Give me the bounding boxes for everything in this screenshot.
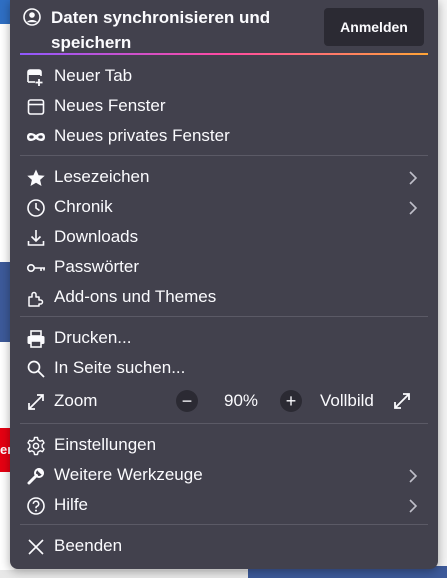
menu-item-new-private-window[interactable]: Neues privates Fenster — [10, 121, 438, 151]
chevron-right-icon — [408, 468, 418, 484]
menu-label: Neues privates Fenster — [54, 126, 230, 145]
zoom-in-button[interactable]: + — [280, 390, 302, 412]
sync-header: Daten synchronisieren und speichern Anme… — [10, 0, 438, 56]
menu-item-zoom: Zoom − 90% + Vollbild — [10, 386, 438, 416]
new-tab-icon — [26, 67, 46, 87]
menu-separator — [20, 155, 428, 156]
menu-label: Lesezeichen — [54, 167, 150, 186]
menu-item-more-tools[interactable]: Weitere Werkzeuge — [10, 460, 438, 490]
zoom-level[interactable]: 90% — [224, 386, 258, 416]
search-icon — [26, 359, 46, 379]
chevron-right-icon — [408, 498, 418, 514]
menu-label: Add-ons und Themes — [54, 287, 217, 306]
menu-label: Drucken... — [54, 328, 132, 347]
menu-label: Neuer Tab — [54, 66, 133, 85]
menu-item-help[interactable]: Hilfe — [10, 490, 438, 520]
app-menu-panel: Daten synchronisieren und speichern Anme… — [10, 0, 438, 569]
download-icon — [26, 228, 46, 248]
menu-item-settings[interactable]: Einstellungen — [10, 430, 438, 460]
menu-label: Beenden — [54, 536, 123, 555]
fullscreen-label: Vollbild — [320, 391, 374, 410]
menu-label: Zoom — [54, 391, 98, 410]
help-icon — [26, 496, 46, 516]
zoom-out-button[interactable]: − — [176, 390, 198, 412]
menu-separator — [20, 316, 428, 317]
gear-icon — [26, 436, 46, 456]
menu-label: Downloads — [54, 227, 139, 246]
menu-item-addons[interactable]: Add-ons und Themes — [10, 282, 438, 312]
sync-accent-divider — [20, 53, 428, 55]
private-mask-icon — [26, 127, 46, 147]
menu-item-new-window[interactable]: Neues Fenster — [10, 91, 438, 121]
printer-icon — [26, 329, 46, 349]
menu-label: In Seite suchen... — [54, 358, 186, 377]
menu-item-history[interactable]: Chronik — [10, 192, 438, 222]
puzzle-piece-icon — [26, 288, 46, 308]
signin-button[interactable]: Anmelden — [324, 8, 424, 46]
resize-arrow-icon — [26, 392, 46, 412]
menu-label: Chronik — [54, 197, 113, 216]
account-icon — [23, 8, 41, 26]
clock-icon — [26, 198, 46, 218]
chevron-right-icon — [408, 170, 418, 186]
menu-item-bookmarks[interactable]: Lesezeichen — [10, 162, 438, 192]
menu-label: Weitere Werkzeuge — [54, 465, 203, 484]
menu-item-print[interactable]: Drucken... — [10, 323, 438, 353]
menu-label: Hilfe — [54, 495, 89, 514]
menu-item-quit[interactable]: Beenden — [10, 531, 438, 561]
menu-separator — [20, 423, 428, 424]
menu-label: Einstellungen — [54, 435, 157, 454]
star-icon — [26, 168, 46, 188]
menu-item-find-in-page[interactable]: In Seite suchen... — [10, 353, 438, 383]
close-icon — [26, 537, 46, 557]
wrench-icon — [26, 466, 46, 486]
key-icon — [26, 258, 46, 278]
sync-title[interactable]: Daten synchronisieren und speichern — [51, 5, 331, 55]
fullscreen-button[interactable] — [391, 390, 413, 412]
menu-item-passwords[interactable]: Passwörter — [10, 252, 438, 282]
window-icon — [26, 97, 46, 117]
fullscreen-icon — [394, 393, 410, 409]
menu-item-new-tab[interactable]: Neuer Tab — [10, 61, 438, 91]
chevron-right-icon — [408, 200, 418, 216]
menu-separator — [20, 524, 428, 525]
menu-label: Neues Fenster — [54, 96, 166, 115]
menu-label: Passwörter — [54, 257, 140, 276]
menu-item-downloads[interactable]: Downloads — [10, 222, 438, 252]
